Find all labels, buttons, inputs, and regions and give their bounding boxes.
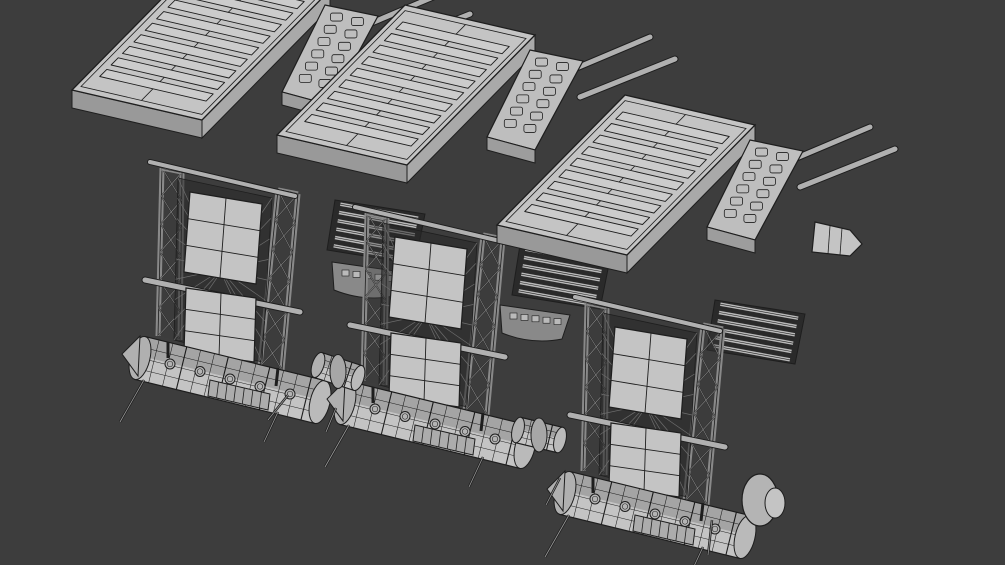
hull-node	[489, 433, 501, 445]
hull-node	[224, 373, 236, 385]
hull-node	[254, 381, 266, 392]
hull-node	[649, 508, 661, 520]
wireframe-scene	[0, 0, 1005, 565]
hull-node	[589, 493, 601, 505]
hull-node	[369, 403, 381, 415]
hull-node	[399, 411, 411, 422]
3d-viewport[interactable]	[0, 0, 1005, 565]
hull-node	[459, 426, 471, 437]
hull-node	[194, 366, 206, 377]
hull-node	[619, 501, 631, 512]
hull-node	[429, 418, 441, 430]
hull-node	[679, 516, 691, 527]
hull-node	[164, 358, 176, 370]
